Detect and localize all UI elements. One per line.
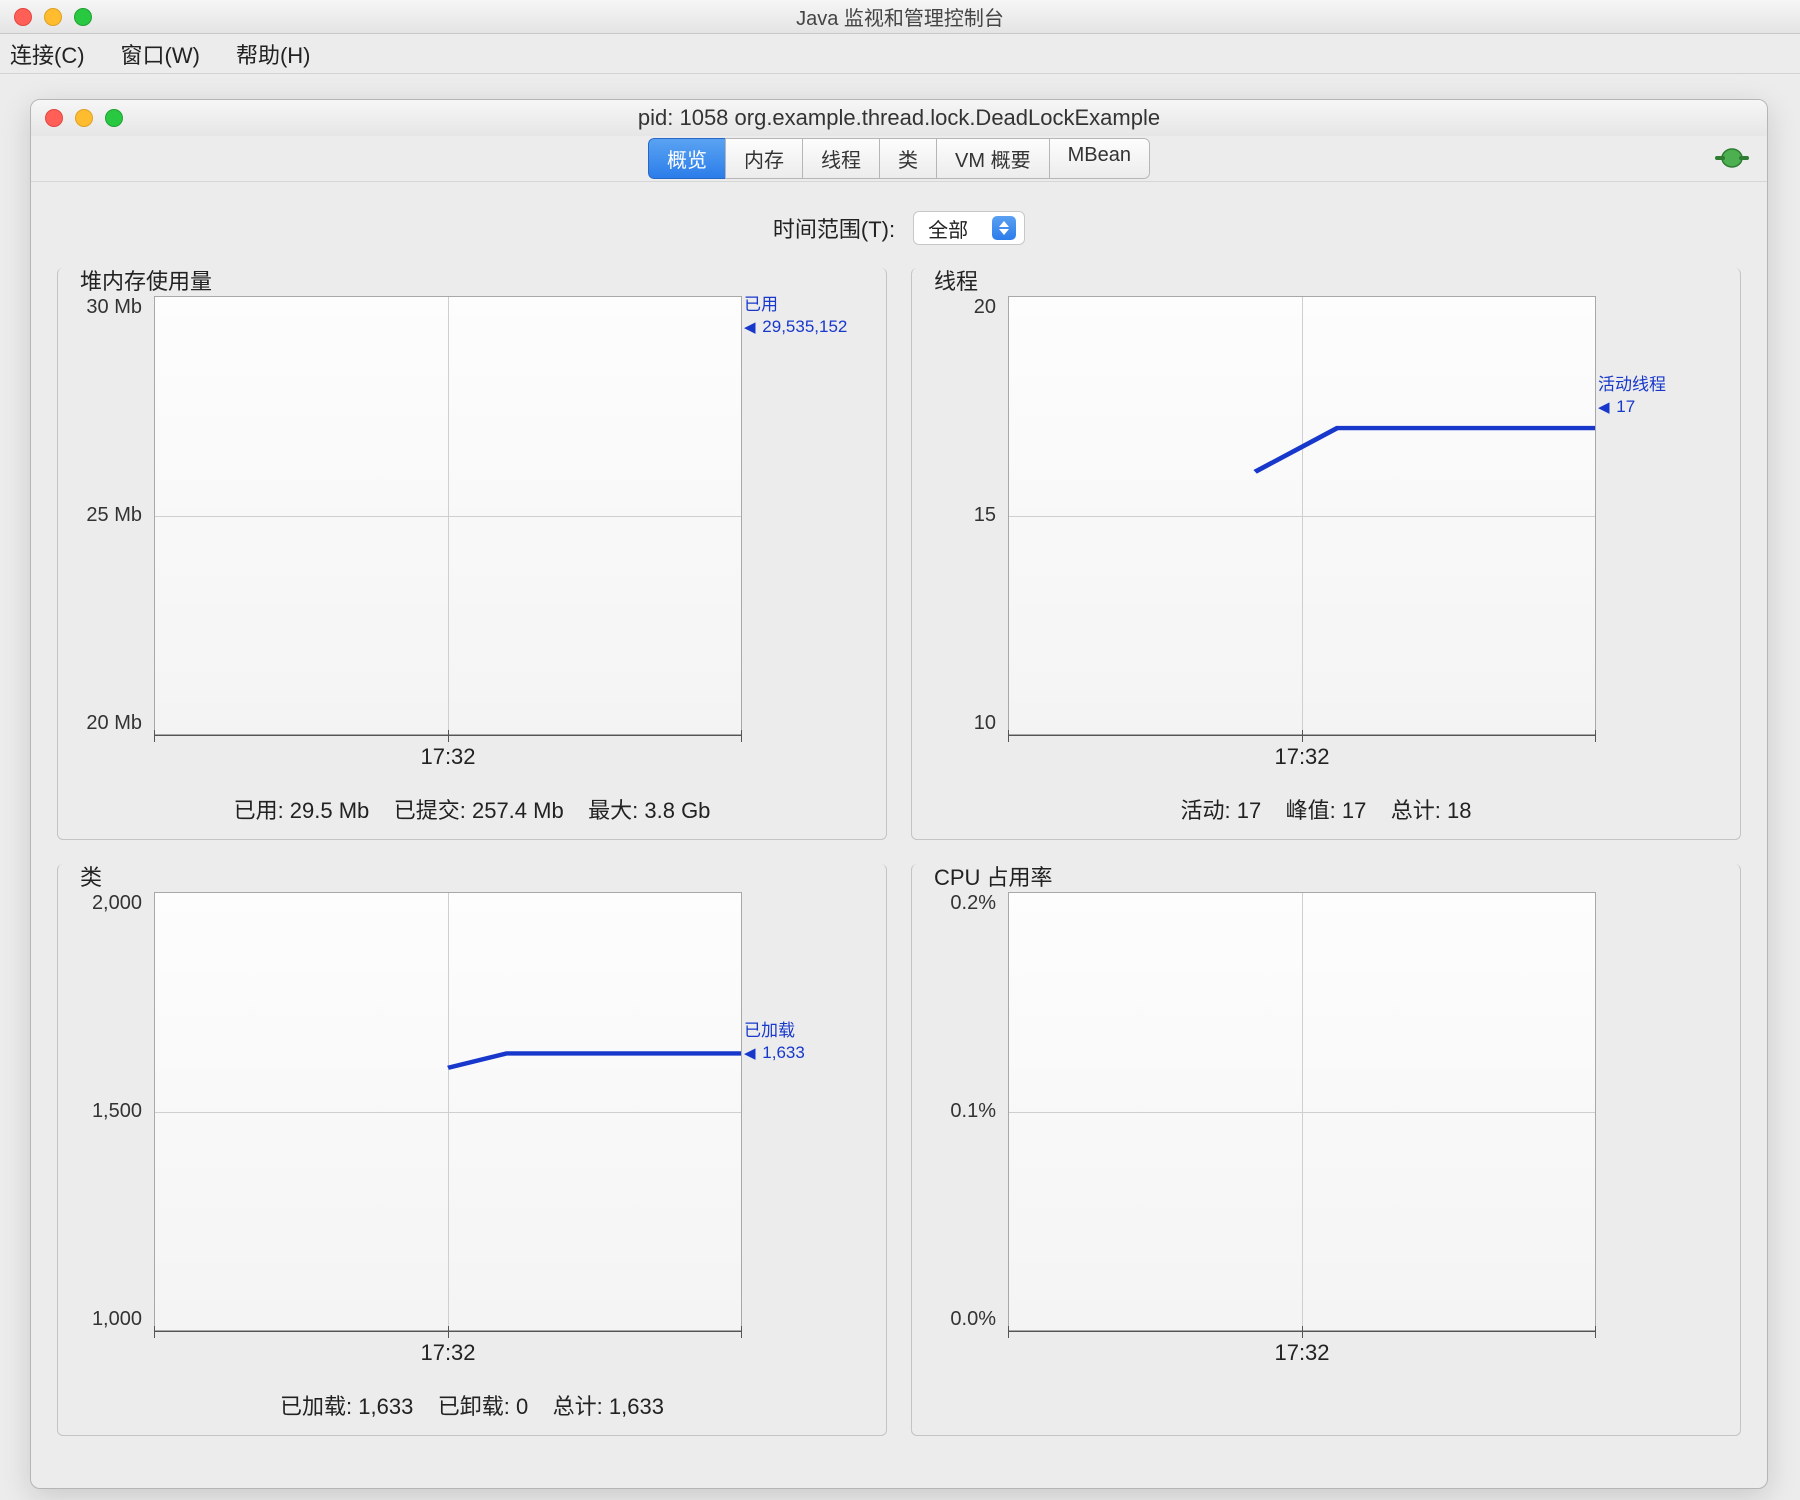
xtick: 17:32 <box>154 1340 742 1366</box>
heap-footer: 已用: 29.5 Mb 已提交: 257.4 Mb 最大: 3.8 Gb <box>58 793 886 825</box>
menubar: 连接(C) 窗口(W) 帮助(H) <box>0 34 1800 74</box>
classes-plot[interactable] <box>154 892 742 1331</box>
threads-plot[interactable] <box>1008 296 1596 735</box>
inner-titlebar: pid: 1058 org.example.thread.lock.DeadLo… <box>31 100 1767 136</box>
xtick: 17:32 <box>1008 1340 1596 1366</box>
ytick: 20 Mb <box>86 712 142 735</box>
ytick: 1,500 <box>92 1100 142 1123</box>
tab-overview[interactable]: 概览 <box>648 138 725 179</box>
marker-label: 已加载 <box>744 1021 795 1040</box>
ytick: 1,000 <box>92 1308 142 1331</box>
menu-window[interactable]: 窗口(W) <box>121 38 200 70</box>
threads-marker: 活动线程 ◀ 17 <box>1598 374 1722 418</box>
chart-heap: 30 Mb 25 Mb 20 Mb 已用 ◀ 29,535,152 1 <box>72 296 872 779</box>
cpu-yaxis: 0.2% 0.1% 0.0% <box>926 892 1004 1331</box>
tabbar: 概览 内存 线程 类 VM 概要 MBean <box>31 136 1767 182</box>
threads-xaxis: 17:32 <box>1008 735 1596 761</box>
panel-cpu-title: CPU 占用率 <box>928 860 1059 892</box>
tab-mbean[interactable]: MBean <box>1049 138 1150 179</box>
timerange-selected: 全部 <box>928 214 968 243</box>
tab-threads[interactable]: 线程 <box>802 138 879 179</box>
panel-cpu: CPU 占用率 0.2% 0.1% 0.0% 17:32 <box>911 864 1741 1436</box>
tab-memory[interactable]: 内存 <box>725 138 802 179</box>
ytick: 2,000 <box>92 892 142 915</box>
chart-cpu: 0.2% 0.1% 0.0% 17:32 <box>926 892 1726 1375</box>
panel-classes: 类 2,000 1,500 1,000 已 <box>57 864 887 1436</box>
ytick: 0.0% <box>950 1308 996 1331</box>
ytick: 25 Mb <box>86 504 142 527</box>
panel-threads-title: 线程 <box>928 264 984 296</box>
chevron-updown-icon <box>992 216 1016 240</box>
menu-connect[interactable]: 连接(C) <box>10 38 85 70</box>
threads-yaxis: 20 15 10 <box>926 296 1004 735</box>
chart-threads: 20 15 10 活动线程 ◀ 17 <box>926 296 1726 779</box>
marker-value: 1,633 <box>762 1043 805 1062</box>
ytick: 10 <box>974 712 996 735</box>
marker-value: 29,535,152 <box>762 317 847 336</box>
timerange-select[interactable]: 全部 <box>913 211 1025 245</box>
charts-grid: 堆内存使用量 30 Mb 25 Mb 20 Mb 已用 ◀ 29,535,152 <box>31 256 1767 1456</box>
outer-titlebar: Java 监视和管理控制台 <box>0 0 1800 34</box>
marker-value: 17 <box>1616 397 1635 416</box>
chart-classes: 2,000 1,500 1,000 已加载 ◀ 1,633 <box>72 892 872 1375</box>
marker-label: 已用 <box>744 295 778 314</box>
tabgroup: 概览 内存 线程 类 VM 概要 MBean <box>648 138 1150 179</box>
cpu-xaxis: 17:32 <box>1008 1331 1596 1357</box>
marker-label: 活动线程 <box>1598 375 1666 394</box>
app-window: Java 监视和管理控制台 连接(C) 窗口(W) 帮助(H) pid: 105… <box>0 0 1800 1500</box>
timerange-row: 时间范围(T): 全部 <box>31 200 1767 256</box>
classes-footer: 已加载: 1,633 已卸载: 0 总计: 1,633 <box>58 1389 886 1421</box>
threads-footer: 活动: 17 峰值: 17 总计: 18 <box>912 793 1740 825</box>
xtick: 17:32 <box>1008 744 1596 770</box>
xtick: 17:32 <box>154 744 742 770</box>
menu-help[interactable]: 帮助(H) <box>236 38 311 70</box>
connection-title: pid: 1058 org.example.thread.lock.DeadLo… <box>31 105 1767 131</box>
heap-marker: 已用 ◀ 29,535,152 <box>744 294 868 338</box>
panel-threads: 线程 20 15 10 活动线程 <box>911 268 1741 840</box>
timerange-label: 时间范围(T): <box>773 212 895 244</box>
panel-heap-title: 堆内存使用量 <box>74 264 218 296</box>
ytick: 0.1% <box>950 1100 996 1123</box>
heap-plot[interactable] <box>154 296 742 735</box>
classes-xaxis: 17:32 <box>154 1331 742 1357</box>
tab-vmsummary[interactable]: VM 概要 <box>936 138 1049 179</box>
cpu-plot[interactable] <box>1008 892 1596 1331</box>
panel-classes-title: 类 <box>74 860 108 892</box>
app-title: Java 监视和管理控制台 <box>0 2 1800 31</box>
connection-status-icon <box>1715 146 1749 170</box>
panel-heap: 堆内存使用量 30 Mb 25 Mb 20 Mb 已用 ◀ 29,535,152 <box>57 268 887 840</box>
ytick: 20 <box>974 296 996 319</box>
connection-window: pid: 1058 org.example.thread.lock.DeadLo… <box>30 99 1768 1489</box>
ytick: 15 <box>974 504 996 527</box>
ytick: 30 Mb <box>86 296 142 319</box>
classes-yaxis: 2,000 1,500 1,000 <box>72 892 150 1331</box>
heap-xaxis: 17:32 <box>154 735 742 761</box>
classes-marker: 已加载 ◀ 1,633 <box>744 1020 868 1064</box>
heap-yaxis: 30 Mb 25 Mb 20 Mb <box>72 296 150 735</box>
ytick: 0.2% <box>950 892 996 915</box>
tab-classes[interactable]: 类 <box>879 138 936 179</box>
